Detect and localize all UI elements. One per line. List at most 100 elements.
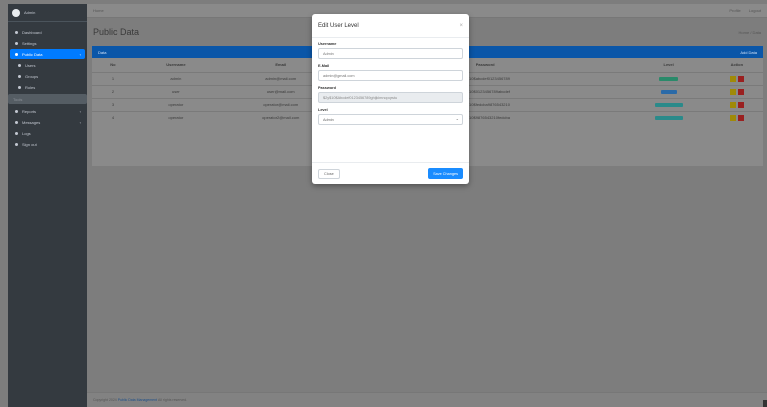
sidebar-item-label: Roles <box>25 84 36 90</box>
sidebar-item-users[interactable]: Users <box>10 60 85 70</box>
level-badge: user <box>660 90 677 94</box>
cell-username: admin <box>133 71 218 85</box>
password-field[interactable] <box>318 92 463 103</box>
cell-action <box>710 71 763 85</box>
sidebar-item-reports[interactable]: Reports ‹ <box>10 106 85 116</box>
username-group: Username <box>318 42 463 59</box>
footer-suffix: All rights reserved. <box>158 398 188 402</box>
password-group: Password <box>318 86 463 103</box>
footer-copyright: Copyright 2024 <box>93 398 117 402</box>
edit-button[interactable] <box>729 88 736 95</box>
sidebar-item-label: Public Data <box>22 51 43 57</box>
circle-icon <box>15 131 18 135</box>
circle-icon <box>15 120 18 124</box>
sidebar-item-groups[interactable]: Groups <box>10 71 85 81</box>
column-header[interactable]: Username <box>134 58 218 72</box>
topbar-home-link[interactable]: Home <box>93 8 104 13</box>
circle-icon <box>15 142 18 146</box>
modal-header: Edit User Level × <box>312 14 469 38</box>
cell-no: 4 <box>92 110 134 124</box>
email-field[interactable] <box>318 70 463 81</box>
circle-icon <box>18 85 21 89</box>
topbar-profile-link[interactable]: Profile <box>729 8 740 13</box>
level-badge: operator <box>654 103 683 107</box>
level-badge: admin <box>659 77 679 81</box>
cell-level: operator <box>626 97 711 111</box>
edit-button[interactable] <box>729 101 736 108</box>
brand-text: Admin <box>24 10 36 15</box>
logo-icon <box>12 8 20 17</box>
cell-action <box>710 97 763 111</box>
sidebar-item-dashboard[interactable]: Dashboard <box>10 27 85 37</box>
circle-icon <box>15 52 18 56</box>
scrollbar-thumb[interactable] <box>763 400 767 407</box>
circle-icon <box>15 109 18 113</box>
delete-button[interactable] <box>737 114 744 121</box>
sidebar-item-messages[interactable]: Messages ‹ <box>10 117 85 127</box>
modal-footer: Close Save Changes <box>312 162 469 184</box>
modal-body: Username E-Mail Password Level Admin ⌄ <box>312 38 469 134</box>
breadcrumb[interactable]: Home / Data <box>739 30 761 35</box>
level-select-wrap: Admin ⌄ <box>318 114 463 125</box>
chevron-left-icon: ‹ <box>79 108 81 114</box>
chevron-down-icon: ⌄ <box>455 116 459 121</box>
topbar-logout-link[interactable]: Logout <box>749 8 761 13</box>
chevron-left-icon: ‹ <box>79 119 81 125</box>
column-header[interactable]: No <box>92 58 134 72</box>
sidebar-item-label: Messages <box>22 119 41 125</box>
page-title: Public Data <box>93 27 140 37</box>
delete-button[interactable] <box>737 88 744 95</box>
close-button[interactable]: Close <box>318 168 340 179</box>
cell-level: admin <box>626 71 711 85</box>
cell-username: operator <box>133 110 218 124</box>
password-label: Password <box>318 86 336 90</box>
sidebar-item-settings[interactable]: Settings <box>10 38 85 48</box>
footer: Copyright 2024 Public Data Management Al… <box>87 392 767 407</box>
sidebar-item-label: Users <box>25 62 36 68</box>
chevron-left-icon: ‹ <box>79 51 81 57</box>
sidebar-item-label: Groups <box>25 73 39 79</box>
sidebar-item-tools: Tools <box>8 94 87 104</box>
edit-button[interactable] <box>729 75 736 82</box>
cell-no: 3 <box>92 97 134 111</box>
sidebar-item-label: Reports <box>22 108 37 114</box>
delete-button[interactable] <box>737 101 744 108</box>
sidebar-item-sign-out[interactable]: Sign out <box>10 139 85 149</box>
cell-username: user <box>133 84 218 98</box>
edit-user-modal: Edit User Level × Username E-Mail Passwo… <box>312 14 469 184</box>
close-icon[interactable]: × <box>459 23 463 29</box>
sidebar-item-logs[interactable]: Logs <box>10 128 85 138</box>
brand[interactable]: Admin <box>8 4 87 22</box>
modal-title: Edit User Level <box>318 22 359 29</box>
cell-action <box>710 84 763 98</box>
edit-button[interactable] <box>729 114 736 121</box>
cell-username: operator <box>133 97 218 111</box>
cell-level: user <box>626 84 711 98</box>
email-label: E-Mail <box>318 64 330 68</box>
email-group: E-Mail <box>318 64 463 81</box>
sidebar-item-roles[interactable]: Roles <box>10 82 85 92</box>
save-changes-button[interactable]: Save Changes <box>428 168 463 179</box>
delete-button[interactable] <box>737 75 744 82</box>
level-badge: operator <box>654 116 683 121</box>
level-group: Level Admin ⌄ <box>318 108 463 125</box>
footer-link[interactable]: Public Data Management <box>118 398 157 402</box>
username-field[interactable] <box>318 48 463 59</box>
cell-level: operator <box>626 110 711 124</box>
column-header[interactable]: Action <box>711 58 763 72</box>
level-label: Level <box>318 108 328 112</box>
circle-icon <box>18 63 21 67</box>
sidebar-item-label: Logs <box>22 130 31 136</box>
card-title: Data <box>98 49 107 55</box>
sidebar-nav: Dashboard Settings Public Data ‹ Users Groups… <box>8 22 87 149</box>
add-data-button[interactable]: Add Data <box>740 50 757 55</box>
circle-icon <box>18 74 21 78</box>
sidebar-item-label: Sign out <box>22 141 37 147</box>
cell-no: 2 <box>92 84 134 98</box>
level-select[interactable]: Admin <box>318 114 463 125</box>
sidebar: Admin Dashboard Settings Public Data ‹ Users… <box>8 4 87 407</box>
column-header[interactable]: Level <box>627 58 711 72</box>
cell-no: 1 <box>92 71 134 85</box>
circle-icon <box>15 41 18 45</box>
sidebar-item-public-data[interactable]: Public Data ‹ <box>10 49 85 59</box>
